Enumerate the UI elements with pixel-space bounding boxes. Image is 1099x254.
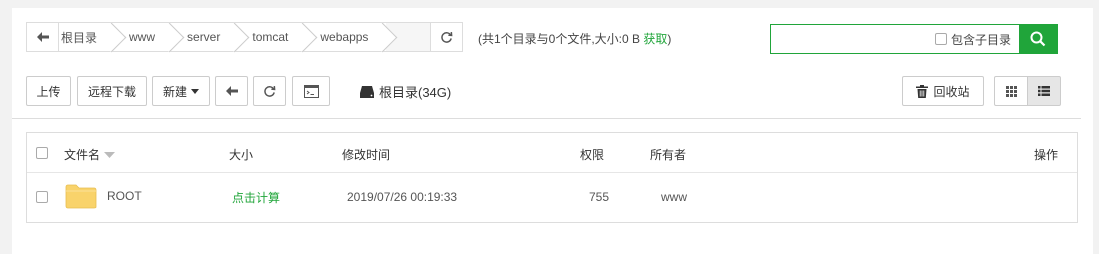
new-label: 新建 — [162, 84, 187, 99]
folder-icon — [65, 184, 97, 209]
recycle-bin-label: 回收站 — [933, 84, 970, 99]
grid-icon — [1005, 85, 1017, 97]
column-header-name[interactable]: 文件名 — [64, 146, 116, 163]
breadcrumb-label: tomcat — [252, 30, 289, 44]
search-button[interactable] — [1019, 25, 1057, 53]
sort-desc-icon — [104, 151, 116, 158]
column-header-mtime[interactable]: 修改时间 — [342, 146, 390, 163]
file-mtime: 2019/07/26 00:19:33 — [347, 190, 458, 204]
remote-download-label: 远程下载 — [87, 84, 136, 99]
file-table: 文件名 大小 修改时间 权限 所有者 操作 ROOT 点击计算 2019/07/… — [26, 132, 1078, 223]
list-icon — [1038, 86, 1050, 96]
directory-summary-text: (共1个目录与0个文件,大小:0 B — [478, 32, 644, 46]
directory-summary: (共1个目录与0个文件,大小:0 B 获取) — [478, 30, 671, 47]
breadcrumb-refresh-button[interactable] — [430, 23, 462, 51]
table-header: 文件名 大小 修改时间 权限 所有者 操作 — [27, 133, 1077, 173]
column-header-size[interactable]: 大小 — [229, 146, 253, 163]
refresh-button[interactable] — [253, 76, 286, 106]
row-checkbox[interactable] — [36, 191, 48, 203]
refresh-icon — [264, 85, 276, 97]
search-input[interactable] — [771, 25, 935, 53]
recycle-bin-button[interactable]: 回收站 — [902, 76, 984, 106]
column-header-name-label: 文件名 — [64, 148, 101, 162]
include-subdirs-toggle[interactable]: 包含子目录 — [934, 25, 1019, 53]
breadcrumb-item-root[interactable]: 根目录 — [59, 23, 116, 51]
new-dropdown-button[interactable]: 新建 — [152, 76, 210, 106]
disk-selector[interactable]: 根目录(34G) — [360, 82, 451, 101]
directory-summary-close: ) — [667, 32, 672, 46]
upload-label: 上传 — [36, 84, 61, 99]
toolbar-divider — [12, 118, 1081, 119]
file-permission[interactable]: 755 — [589, 190, 609, 204]
breadcrumb-label: webapps — [320, 30, 369, 44]
file-search: 包含子目录 — [770, 24, 1058, 54]
column-header-owner: 所有者 — [650, 148, 687, 162]
arrow-left-icon — [36, 32, 49, 42]
file-name[interactable]: ROOT — [107, 189, 142, 203]
search-icon — [1030, 31, 1046, 47]
terminal-button[interactable] — [292, 76, 330, 106]
list-view-button[interactable] — [1027, 76, 1061, 106]
select-all-checkbox[interactable] — [36, 147, 48, 159]
terminal-icon — [303, 84, 319, 98]
breadcrumb-label: www — [129, 30, 156, 44]
include-subdirs-checkbox[interactable] — [934, 33, 947, 45]
arrow-left-icon — [225, 86, 238, 96]
upload-button[interactable]: 上传 — [26, 76, 71, 106]
breadcrumb-label: 根目录 — [61, 30, 98, 45]
breadcrumb-item-webapps[interactable]: webapps — [306, 23, 387, 51]
caret-down-icon — [191, 88, 199, 94]
grid-view-button[interactable] — [994, 76, 1028, 106]
fetch-size-link[interactable]: 获取 — [643, 32, 667, 46]
remote-download-button[interactable]: 远程下载 — [77, 76, 147, 106]
calculate-size-link[interactable]: 点击计算 — [232, 189, 280, 206]
column-header-permission: 权限 — [580, 148, 605, 162]
breadcrumb: 根目录 www server tomcat webapps — [26, 22, 463, 52]
disk-label: 根目录(34G) — [379, 85, 452, 100]
refresh-icon — [441, 31, 453, 43]
breadcrumb-label: server — [187, 30, 221, 44]
back-dir-button[interactable] — [215, 76, 248, 106]
file-owner[interactable]: www — [661, 190, 687, 204]
include-subdirs-label: 包含子目录 — [950, 32, 1011, 47]
hard-drive-icon — [360, 85, 374, 98]
column-header-actions: 操作 — [1034, 148, 1059, 162]
trash-icon — [916, 84, 929, 98]
back-button[interactable] — [27, 23, 59, 51]
